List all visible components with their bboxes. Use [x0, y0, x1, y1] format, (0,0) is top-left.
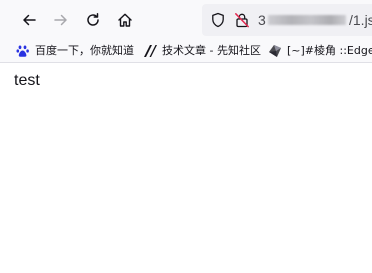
baidu-paw-icon	[16, 44, 30, 58]
url-suffix[interactable]: /1.jsp	[349, 12, 372, 28]
back-arrow-icon	[23, 14, 36, 26]
insecure-lock-icon[interactable]	[234, 12, 250, 28]
bookmark-label: [~]#棱角 ::Edge.F	[287, 44, 372, 57]
diamond-logo-icon	[268, 44, 282, 58]
shield-icon[interactable]	[210, 12, 226, 28]
reload-icon	[87, 13, 99, 26]
forward-arrow-icon	[54, 14, 67, 26]
forward-button[interactable]	[49, 8, 73, 32]
bookmark-xianzhi[interactable]: 技术文章 - 先知社区	[143, 43, 261, 59]
bookmarks-toolbar: 百度一下，你就知道 技术文章 - 先知社区 [~]#棱角 ::Edge.F	[0, 40, 372, 63]
bookmark-baidu[interactable]: 百度一下，你就知道	[16, 43, 134, 59]
url-prefix[interactable]: 3	[258, 12, 266, 28]
url-redacted-segment	[268, 15, 346, 25]
reload-button[interactable]	[81, 8, 105, 32]
navigation-toolbar: 3 /1.jsp	[0, 0, 372, 40]
back-button[interactable]	[17, 8, 41, 32]
bookmark-edge-forum[interactable]: [~]#棱角 ::Edge.F	[268, 43, 372, 59]
bookmark-label: 技术文章 - 先知社区	[162, 44, 261, 57]
address-bar[interactable]: 3 /1.jsp	[202, 4, 372, 36]
bookmark-label: 百度一下，你就知道	[35, 44, 134, 57]
page-content-text: test	[14, 72, 40, 89]
home-button[interactable]	[113, 8, 137, 32]
home-icon	[118, 13, 132, 27]
xianzhi-logo-icon	[143, 44, 157, 58]
